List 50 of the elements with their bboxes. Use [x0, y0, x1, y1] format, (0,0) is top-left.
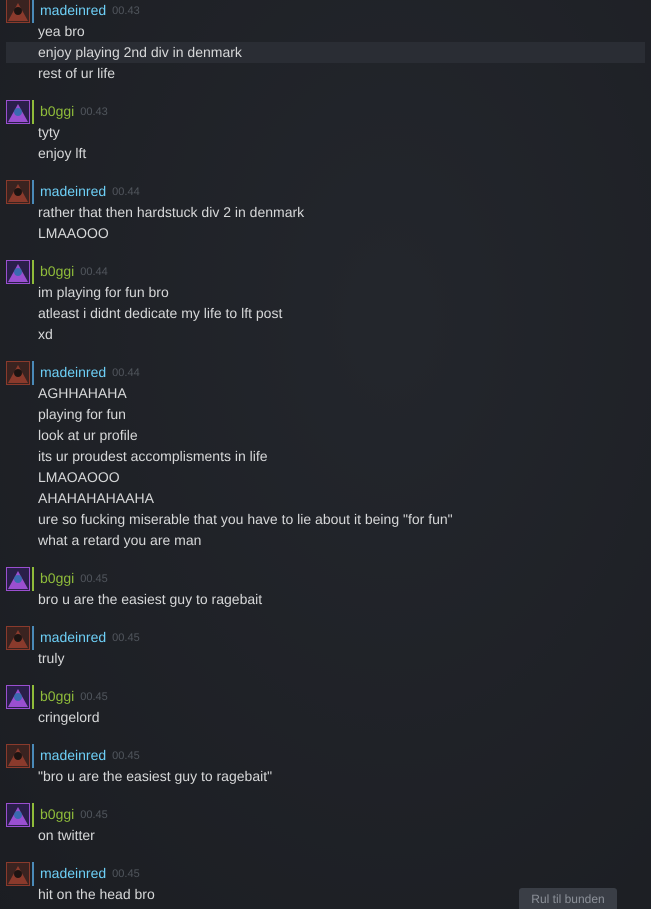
sender-name[interactable]: b0ggi — [40, 261, 74, 282]
message-text: playing for fun — [38, 405, 126, 424]
sender-name[interactable]: madeinred — [40, 863, 106, 884]
avatar-icon[interactable] — [6, 360, 30, 384]
sender-name[interactable]: madeinred — [40, 181, 106, 202]
avatar-icon[interactable] — [6, 0, 30, 22]
message-text: LMAAOOO — [38, 224, 109, 243]
sender-name[interactable]: b0ggi — [40, 804, 74, 825]
avatar-icon[interactable] — [6, 862, 30, 886]
sender-name[interactable]: madeinred — [40, 627, 106, 648]
message-text: rest of ur life — [38, 64, 116, 83]
message-text: ure so fucking miserable that you have to lie about it being "for fun" — [38, 510, 453, 529]
message-text: what a retard you are man — [38, 531, 202, 550]
avatar-icon[interactable] — [6, 566, 30, 590]
message-text: enjoy playing 2nd div in denmark — [38, 43, 242, 62]
message-text: on twitter — [38, 826, 95, 845]
avatar-icon[interactable] — [6, 744, 30, 768]
timestamp: 00.45 — [80, 690, 108, 706]
message-text: AGHHAHAHA — [38, 384, 127, 403]
sender-name[interactable]: b0ggi — [40, 568, 74, 589]
message-text: im playing for fun bro — [38, 283, 169, 302]
message-text: LMAOAOOO — [38, 468, 120, 487]
message-text: its ur proudest accomplisments in life — [38, 447, 268, 466]
message-text: enjoy lft — [38, 144, 86, 163]
message-text: tyty — [38, 123, 60, 142]
message-text: AHAHAHAHAAHA — [38, 489, 154, 508]
avatar-icon[interactable] — [6, 626, 30, 650]
message-text: cringelord — [38, 708, 100, 727]
sender-name[interactable]: madeinred — [40, 0, 106, 21]
message-text: yea bro — [38, 22, 85, 41]
avatar-icon[interactable] — [6, 180, 30, 204]
timestamp: 00.45 — [112, 867, 140, 882]
sender-name[interactable]: b0ggi — [40, 686, 74, 707]
message-text: look at ur profile — [38, 426, 138, 445]
avatar-icon[interactable] — [6, 100, 30, 124]
sender-name[interactable]: madeinred — [40, 745, 106, 766]
sender-name[interactable]: madeinred — [40, 362, 106, 383]
avatar-icon[interactable] — [6, 802, 30, 826]
timestamp: 00.45 — [80, 808, 108, 824]
avatar-icon[interactable] — [6, 260, 30, 284]
message-text: rather that then hardstuck div 2 in denmark — [38, 203, 304, 222]
message-text: xd — [38, 325, 53, 344]
message-text: hit on the head bro — [38, 885, 155, 904]
message-text: bro u are the easiest guy to ragebait — [38, 590, 262, 609]
message-text: atleast i didnt dedicate my life to lft post — [38, 304, 282, 323]
message-text: "bro u are the easiest guy to ragebait" — [38, 767, 272, 786]
timestamp: 00.45 — [112, 749, 140, 764]
message-text: truly — [38, 649, 64, 668]
sender-name[interactable]: b0ggi — [40, 101, 74, 122]
avatar-icon[interactable] — [6, 684, 30, 708]
